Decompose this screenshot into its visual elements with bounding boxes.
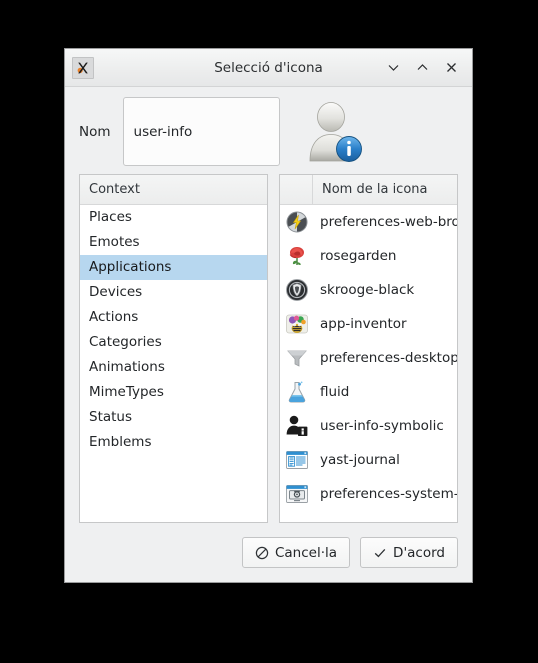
icon-label: yast-journal — [320, 452, 400, 468]
context-item-actions[interactable]: Actions — [80, 305, 267, 330]
list-item[interactable]: fluid — [280, 375, 457, 409]
cancel-button-label: Cancel·la — [274, 544, 338, 561]
icon-label: preferences-system-network — [320, 486, 457, 502]
list-item[interactable]: skrooge-black — [280, 273, 457, 307]
window-text-lines-icon — [280, 448, 313, 472]
chevron-down-icon[interactable] — [380, 55, 406, 81]
rose-flower-icon — [280, 244, 313, 268]
desktop-background: Selecció d'icona Nom user-info Context P… — [0, 0, 538, 663]
context-pane: Context Places Emotes Applications Devic… — [79, 174, 268, 523]
web-browser-globe-icon — [280, 210, 313, 234]
window-monitor-icon — [280, 482, 313, 506]
name-label: Nom — [79, 123, 111, 140]
icon-name-row: Nom — [65, 87, 472, 174]
context-item-status[interactable]: Status — [80, 405, 267, 430]
icon-name-input[interactable] — [122, 97, 280, 166]
list-item[interactable]: rosegarden — [280, 239, 457, 273]
icon-label: preferences-desktop-filter — [320, 350, 457, 366]
context-list[interactable]: Places Emotes Applications Devices Actio… — [80, 205, 267, 522]
list-item[interactable]: user-info-symbolic — [280, 409, 457, 443]
context-item-categories[interactable]: Categories — [80, 330, 267, 355]
icon-selection-dialog: Selecció d'icona Nom user-info Context P… — [64, 48, 473, 583]
list-item[interactable]: preferences-system-network — [280, 477, 457, 511]
user-info-symbolic-icon — [280, 414, 313, 438]
cancel-button[interactable]: Cancel·la — [241, 537, 351, 568]
list-item[interactable]: yast-journal — [280, 443, 457, 477]
context-item-applications[interactable]: Applications — [80, 255, 267, 280]
dialog-footer: Cancel·la D'acord — [65, 523, 472, 582]
chevron-up-icon[interactable] — [409, 55, 435, 81]
flask-icon — [280, 380, 313, 404]
icon-label: skrooge-black — [320, 282, 415, 298]
context-header-label: Context — [89, 182, 140, 197]
cancel-circle-slash-icon — [255, 546, 269, 560]
context-header: Context — [80, 175, 267, 205]
icon-label: rosegarden — [320, 248, 397, 264]
icon-label: app-inventor — [320, 316, 407, 332]
bee-flowers-icon — [280, 312, 313, 336]
icon-label: user-info-symbolic — [320, 418, 444, 434]
icon-pane: Nom de la icona preferences-web-br roseg… — [279, 174, 458, 523]
list-item[interactable]: preferences-web-browser — [280, 205, 457, 239]
ok-button-label: D'acord — [393, 544, 445, 561]
context-item-emblems[interactable]: Emblems — [80, 430, 267, 455]
window-controls — [380, 55, 464, 81]
icon-label: preferences-web-browser — [320, 214, 457, 230]
funnel-icon — [280, 346, 313, 370]
list-item[interactable]: preferences-desktop-filter — [280, 341, 457, 375]
selection-panes: Context Places Emotes Applications Devic… — [65, 174, 472, 523]
context-item-animations[interactable]: Animations — [80, 355, 267, 380]
icon-pane-header: Nom de la icona — [280, 175, 457, 205]
list-item[interactable]: app-inventor — [280, 307, 457, 341]
user-info-preview-icon — [302, 99, 364, 165]
icon-list[interactable]: preferences-web-browser — [280, 205, 457, 522]
context-item-emotes[interactable]: Emotes — [80, 230, 267, 255]
window-titlebar: Selecció d'icona — [65, 49, 472, 87]
context-item-places[interactable]: Places — [80, 205, 267, 230]
check-icon — [373, 546, 387, 560]
x-logo-icon — [72, 56, 94, 79]
ok-button[interactable]: D'acord — [360, 537, 458, 568]
context-item-mimetypes[interactable]: MimeTypes — [80, 380, 267, 405]
icon-label: fluid — [320, 384, 350, 400]
close-icon[interactable] — [438, 55, 464, 81]
context-item-devices[interactable]: Devices — [80, 280, 267, 305]
shield-circle-icon — [280, 278, 313, 302]
icon-name-column-header: Nom de la icona — [322, 182, 428, 197]
icon-column-header — [280, 175, 313, 204]
